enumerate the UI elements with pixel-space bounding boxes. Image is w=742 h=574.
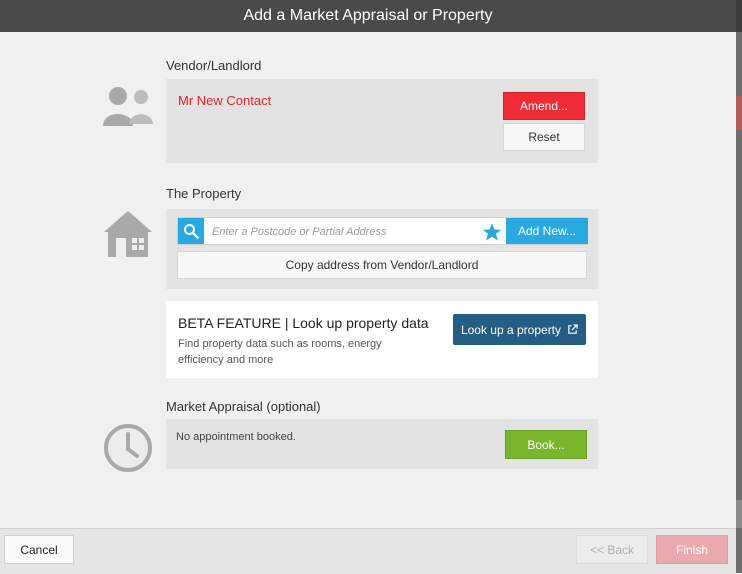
dialog-footer: Cancel << Back Finish bbox=[0, 528, 736, 574]
search-button[interactable] bbox=[178, 218, 204, 244]
search-icon bbox=[184, 224, 199, 239]
copy-address-button[interactable]: Copy address from Vendor/Landlord bbox=[177, 251, 587, 279]
house-icon bbox=[102, 208, 154, 265]
beta-feature-card: BETA FEATURE | Look up property data Fin… bbox=[166, 301, 598, 378]
vendor-panel: Mr New Contact Amend... Reset bbox=[166, 79, 598, 163]
amend-button[interactable]: Amend... bbox=[503, 92, 585, 120]
clock-icon bbox=[103, 423, 153, 478]
appointment-status: No appointment booked. bbox=[176, 431, 296, 443]
appraisal-section-label: Market Appraisal (optional) bbox=[166, 399, 321, 414]
dialog-title: Add a Market Appraisal or Property bbox=[243, 7, 493, 24]
book-button[interactable]: Book... bbox=[505, 430, 587, 459]
property-section-label: The Property bbox=[166, 186, 242, 201]
beta-feature-description: Find property data such as rooms, energy… bbox=[178, 338, 382, 366]
contacts-icon bbox=[102, 84, 154, 133]
cancel-button[interactable]: Cancel bbox=[4, 535, 74, 564]
reset-button[interactable]: Reset bbox=[503, 123, 585, 151]
background-app-strip bbox=[736, 0, 742, 573]
favourites-star-button[interactable] bbox=[481, 221, 503, 243]
property-panel: Add New... Copy address from Vendor/Land… bbox=[166, 209, 598, 289]
vendor-section-label: Vendor/Landlord bbox=[166, 58, 262, 73]
look-up-property-label: Look up a property bbox=[460, 322, 562, 337]
add-new-property-button[interactable]: Add New... bbox=[506, 218, 588, 244]
star-icon bbox=[482, 223, 502, 241]
appraisal-panel: No appointment booked. Book... bbox=[166, 419, 598, 469]
beta-feature-title: BETA FEATURE | Look up property data bbox=[178, 315, 429, 331]
vendor-contact-name[interactable]: Mr New Contact bbox=[178, 93, 271, 108]
finish-button[interactable]: Finish bbox=[656, 535, 728, 564]
look-up-property-button[interactable]: Look up a property bbox=[453, 314, 586, 345]
external-link-icon bbox=[568, 324, 578, 334]
dialog-title-bar: Add a Market Appraisal or Property bbox=[0, 0, 736, 32]
address-search-box: Add New... bbox=[177, 217, 588, 245]
address-search-input[interactable] bbox=[210, 219, 480, 245]
back-button[interactable]: << Back bbox=[576, 535, 648, 564]
